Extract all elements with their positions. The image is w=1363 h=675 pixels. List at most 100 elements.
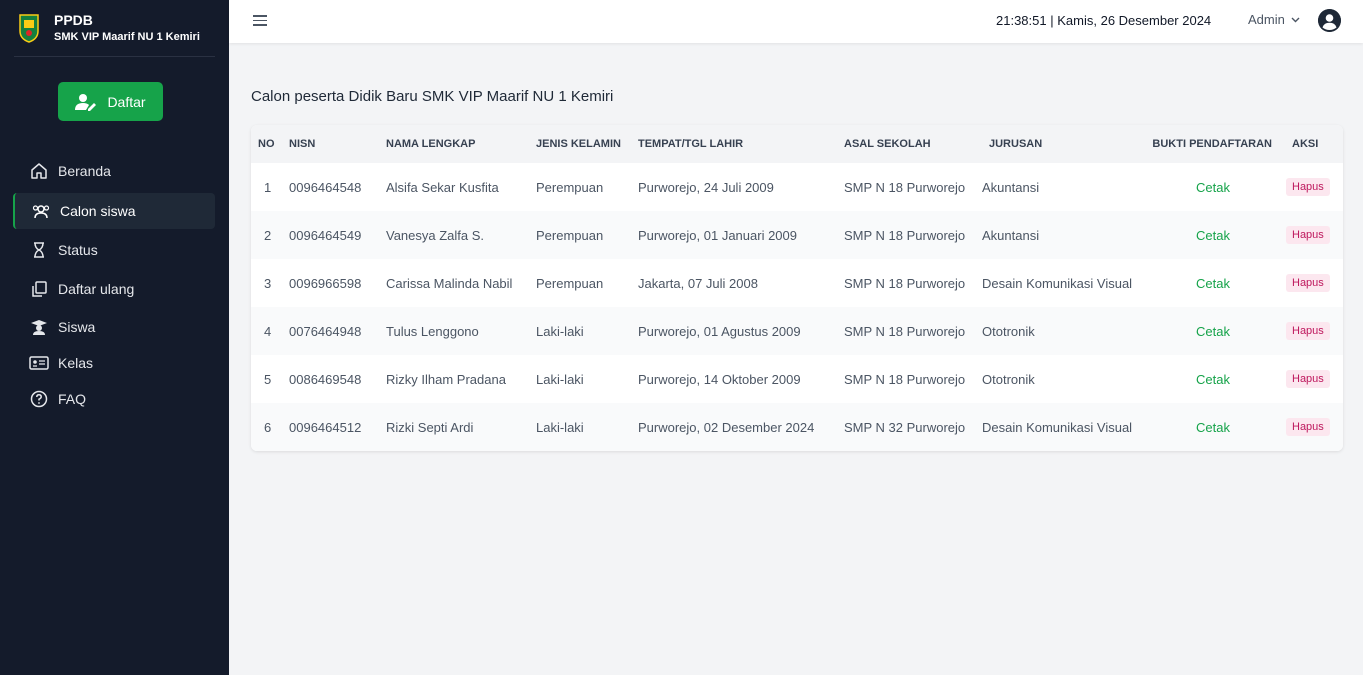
sidebar-item-siswa[interactable]: Siswa: [13, 309, 215, 345]
brand-title: PPDB: [54, 12, 93, 28]
user-name: Admin: [1248, 12, 1285, 27]
cell-asal-sekolah: SMP N 18 Purworejo: [844, 227, 966, 243]
cell-no: 6: [264, 419, 272, 435]
sidebar: PPDB SMK VIP Maarif NU 1 Kemiri Daftar B…: [0, 0, 229, 675]
cell-jurusan: Ototronik: [982, 371, 1035, 387]
user-edit-icon: [75, 93, 97, 111]
cell-ttl: Jakarta, 07 Juli 2008: [638, 275, 758, 291]
question-icon: [29, 389, 49, 409]
cell-jenis-kelamin: Perempuan: [536, 179, 604, 195]
cell-nisn: 0096464548: [289, 179, 362, 195]
cell-nama: Alsifa Sekar Kusfita: [386, 179, 499, 195]
cell-asal-sekolah: SMP N 18 Purworejo: [844, 179, 966, 195]
id-card-icon: [29, 353, 49, 373]
sidebar-item-faq[interactable]: FAQ: [13, 381, 215, 417]
graduate-icon: [29, 317, 49, 337]
copy-icon: [29, 279, 49, 299]
table-row: 1 0096464548 Alsifa Sekar Kusfita Peremp…: [251, 163, 1343, 211]
cell-nama: Tulus Lenggono: [386, 323, 479, 339]
cell-nisn: 0086469548: [289, 371, 362, 387]
column-header-bukti: BUKTI PENDAFTARAN: [1152, 138, 1272, 150]
sidebar-item-label: FAQ: [58, 391, 87, 407]
menu-toggle-icon[interactable]: [253, 12, 267, 30]
sidebar-item-calon-siswa[interactable]: Calon siswa: [13, 193, 215, 229]
table-row: 2 0096464549 Vanesya Zalfa S. Perempuan …: [251, 211, 1343, 259]
cell-jurusan: Akuntansi: [982, 227, 1040, 243]
cell-nama: Rizky Ilham Pradana: [386, 371, 506, 387]
cell-nisn: 0096464512: [289, 419, 362, 435]
cetak-link[interactable]: Cetak: [1196, 324, 1230, 339]
column-header-no: NO: [258, 138, 275, 150]
table-row: 3 0096966598 Carissa Malinda Nabil Perem…: [251, 259, 1343, 307]
table-row: 5 0086469548 Rizky Ilham Pradana Laki-la…: [251, 355, 1343, 403]
clock-date: Kamis, 26 Desember 2024: [1057, 13, 1212, 28]
cell-nama: Rizki Septi Ardi: [386, 419, 474, 435]
hourglass-icon: [29, 240, 49, 260]
cell-ttl: Purworejo, 24 Juli 2009: [638, 179, 774, 195]
cell-ttl: Purworejo, 01 Januari 2009: [638, 227, 797, 243]
cell-jenis-kelamin: Perempuan: [536, 227, 604, 243]
hapus-button[interactable]: Hapus: [1286, 274, 1330, 292]
cell-no: 2: [264, 227, 272, 243]
brand-subtitle: SMK VIP Maarif NU 1 Kemiri: [54, 30, 200, 43]
table-header-row: NO NISN NAMA LENGKAP JENIS KELAMIN TEMPA…: [251, 125, 1343, 163]
column-header-aksi: AKSI: [1292, 138, 1319, 150]
daftar-button-label: Daftar: [107, 93, 146, 110]
cell-no: 4: [264, 323, 272, 339]
hapus-button[interactable]: Hapus: [1286, 322, 1330, 340]
top-header: 21:38:51 | Kamis, 26 Desember 2024 Admin: [229, 0, 1363, 43]
column-header-ttl: TEMPAT/TGL LAHIR: [638, 138, 744, 150]
cell-asal-sekolah: SMP N 18 Purworejo: [844, 275, 966, 291]
cell-no: 3: [264, 275, 272, 291]
cell-no: 5: [264, 371, 272, 387]
cell-ttl: Purworejo, 02 Desember 2024: [638, 419, 815, 435]
cetak-link[interactable]: Cetak: [1196, 372, 1230, 387]
column-header-jenis-kelamin: JENIS KELAMIN: [536, 138, 621, 150]
cell-nisn: 0096966598: [289, 275, 362, 291]
hapus-button[interactable]: Hapus: [1286, 226, 1330, 244]
cell-jenis-kelamin: Laki-laki: [536, 371, 584, 387]
sidebar-item-label: Siswa: [58, 319, 96, 335]
column-header-asal-sekolah: ASAL SEKOLAH: [844, 138, 931, 150]
daftar-button[interactable]: Daftar: [58, 82, 163, 121]
hapus-button[interactable]: Hapus: [1286, 178, 1330, 196]
hapus-button[interactable]: Hapus: [1286, 418, 1330, 436]
cetak-link[interactable]: Cetak: [1196, 180, 1230, 195]
column-header-jurusan: JURUSAN: [989, 138, 1043, 150]
cell-nisn: 0076464948: [289, 323, 362, 339]
cell-jenis-kelamin: Laki-laki: [536, 323, 584, 339]
home-icon: [29, 161, 49, 181]
sidebar-item-kelas[interactable]: Kelas: [13, 345, 215, 381]
cetak-link[interactable]: Cetak: [1196, 228, 1230, 243]
sidebar-item-status[interactable]: Status: [13, 232, 215, 268]
sidebar-item-label: Daftar ulang: [58, 281, 135, 297]
cell-jenis-kelamin: Laki-laki: [536, 419, 584, 435]
cetak-link[interactable]: Cetak: [1196, 276, 1230, 291]
cell-nama: Vanesya Zalfa S.: [386, 227, 485, 243]
avatar-icon[interactable]: [1318, 9, 1341, 32]
user-menu[interactable]: Admin: [1248, 12, 1300, 27]
cell-jurusan: Ototronik: [982, 323, 1035, 339]
datetime-display: 21:38:51 | Kamis, 26 Desember 2024: [996, 13, 1211, 28]
column-header-nisn: NISN: [289, 138, 316, 150]
school-logo-icon: [19, 14, 39, 43]
cell-jurusan: Desain Komunikasi Visual: [982, 275, 1133, 291]
table-row: 4 0076464948 Tulus Lenggono Laki-laki Pu…: [251, 307, 1343, 355]
sidebar-item-beranda[interactable]: Beranda: [13, 153, 215, 189]
column-header-nama: NAMA LENGKAP: [386, 138, 476, 150]
cell-ttl: Purworejo, 01 Agustus 2009: [638, 323, 801, 339]
cell-no: 1: [264, 179, 272, 195]
page-title: Calon peserta Didik Baru SMK VIP Maarif …: [251, 88, 614, 105]
sidebar-item-label: Kelas: [58, 355, 94, 371]
sidebar-item-label: Calon siswa: [60, 203, 136, 219]
clock-separator: |: [1050, 13, 1054, 28]
cetak-link[interactable]: Cetak: [1196, 420, 1230, 435]
cell-jurusan: Akuntansi: [982, 179, 1040, 195]
chevron-down-icon: [1291, 17, 1300, 22]
clock-time: 21:38:51: [996, 13, 1047, 28]
hapus-button[interactable]: Hapus: [1286, 370, 1330, 388]
cell-jurusan: Desain Komunikasi Visual: [982, 419, 1133, 435]
sidebar-item-daftar-ulang[interactable]: Daftar ulang: [13, 271, 215, 307]
table-row: 6 0096464512 Rizki Septi Ardi Laki-laki …: [251, 403, 1343, 451]
users-icon: [31, 201, 51, 221]
